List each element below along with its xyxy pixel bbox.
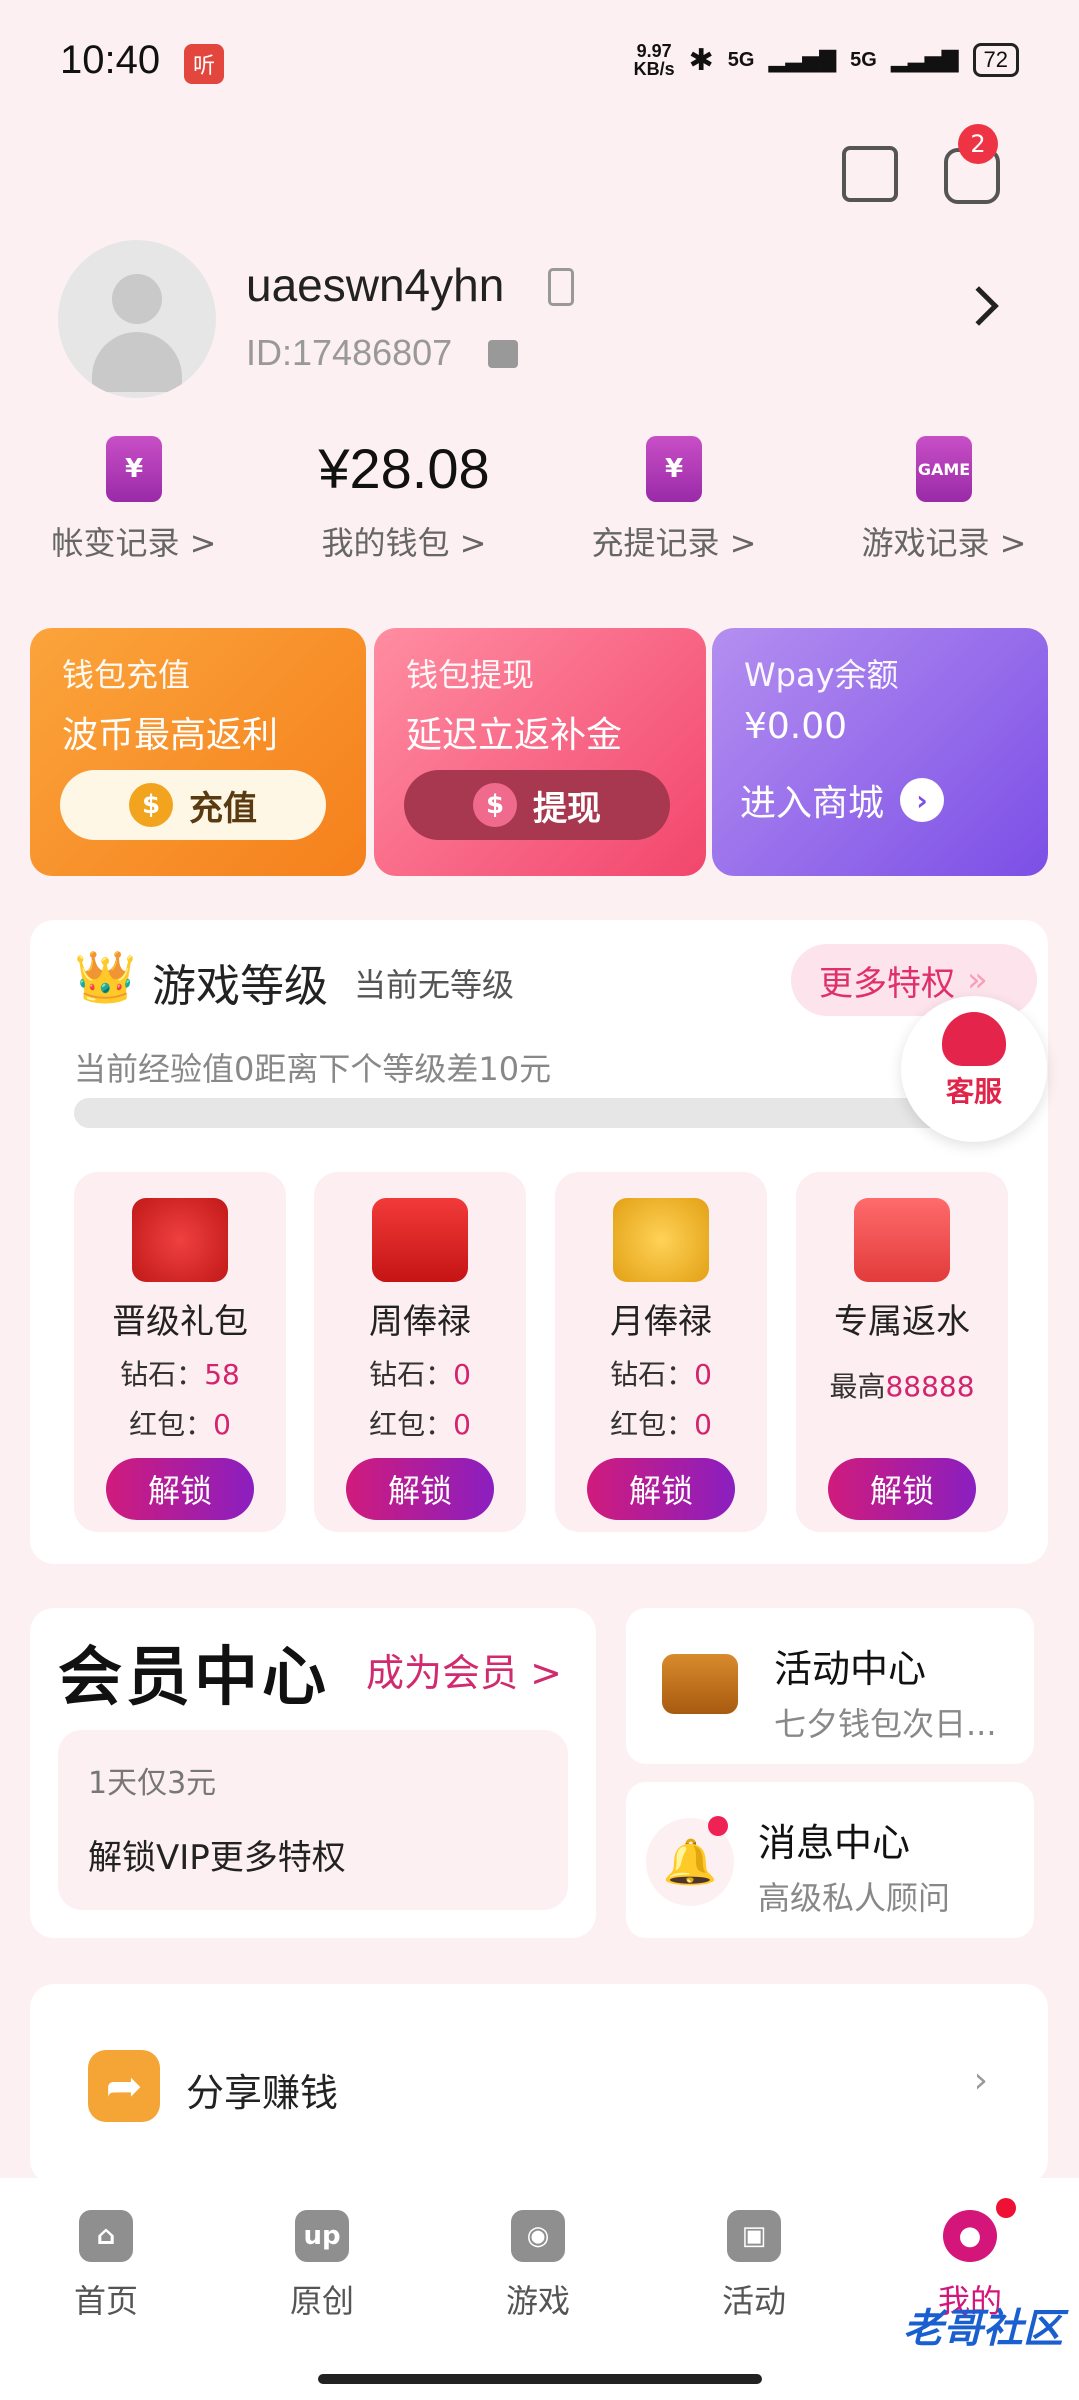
ledger-icon: ¥ [106, 436, 162, 502]
username: uaeswn4yhn [246, 259, 505, 311]
tab-original[interactable]: up 原创 [232, 2210, 412, 2322]
unlock-button[interactable]: 解锁 [828, 1458, 976, 1520]
reward-card-rebate: 专属返水 最高88888 解锁 [796, 1172, 1008, 1532]
wpay-card[interactable]: Wpay余额 ¥0.00 进入商城 › [712, 628, 1048, 876]
avatar[interactable] [58, 240, 216, 398]
arrow-right-icon: › [900, 778, 945, 822]
signal-icon: 5G [727, 48, 755, 71]
unread-dot [708, 1816, 728, 1836]
watermark-logo: 老哥社区 [903, 2306, 1063, 2352]
message-badge: 2 [958, 124, 998, 164]
double-chevron-icon: » [967, 960, 988, 1000]
quick-game-records[interactable]: GAME 游戏记录 > [824, 436, 1064, 564]
activity-center-card[interactable]: 活动中心 七夕钱包次日... [626, 1608, 1034, 1764]
coin-icon: $ [473, 783, 517, 827]
home-indicator[interactable] [318, 2374, 762, 2384]
gift-bag-icon [132, 1198, 228, 1282]
tab-activity[interactable]: ▣ 活动 [664, 2210, 844, 2322]
network-speed: 9.97 KB/s [633, 41, 675, 79]
verified-phone-icon [548, 268, 574, 306]
quick-wallet[interactable]: ¥28.08 我的钱包 > [284, 436, 524, 564]
quick-recharge-records[interactable]: ¥ 充提记录 > [554, 436, 794, 564]
signal-icon-2: 5G [850, 48, 877, 71]
notification-app-icon: 听 [184, 44, 224, 84]
share-earn-row[interactable]: ➦ 分享赚钱 › [30, 1984, 1048, 2184]
status-time: 10:40 [60, 38, 161, 82]
wallet-icon: ¥ [646, 436, 702, 502]
tab-home[interactable]: ⌂ 首页 [16, 2210, 196, 2322]
wallet-amount: ¥28.08 [318, 437, 490, 500]
reward-card-weekly: 周俸禄 钻石：0 红包：0 解锁 [314, 1172, 526, 1532]
withdraw-card[interactable]: 钱包提现 延迟立返补金 $ 提现 [374, 628, 706, 876]
diamond-box-icon [854, 1198, 950, 1282]
bluetooth-icon: ✱ [688, 43, 714, 77]
edit-icon[interactable] [842, 146, 898, 202]
red-envelope-icon [372, 1198, 468, 1282]
coin-icon: $ [129, 783, 173, 827]
member-title: 会员中心 [58, 1641, 330, 1715]
exp-progress-bar [74, 1098, 944, 1128]
reward-card-monthly: 月俸禄 钻石：0 红包：0 解锁 [555, 1172, 767, 1532]
unlock-button[interactable]: 解锁 [106, 1458, 254, 1520]
signal-bars-icon-2: ▂▃▅▇ [890, 47, 959, 72]
customer-service-button[interactable]: 客服 [901, 996, 1047, 1142]
treasure-chest-icon [662, 1654, 738, 1714]
become-member-link[interactable]: 成为会员 > [366, 1642, 562, 1697]
profile-chevron-icon[interactable] [959, 286, 999, 326]
tab-games[interactable]: ◉ 游戏 [448, 2210, 628, 2322]
signal-bars-icon: ▂▃▅▇ [768, 47, 837, 72]
tab-mine-dot [996, 2198, 1016, 2218]
bottom-tab-bar: ⌂ 首页 up 原创 ◉ 游戏 ▣ 活动 ● 我的 [0, 2178, 1079, 2400]
reward-card-upgrade: 晋级礼包 钻石：58 红包：0 解锁 [74, 1172, 286, 1532]
battery-icon: 72 [972, 43, 1019, 77]
enter-mall-button[interactable]: 进入商城 › [740, 774, 945, 826]
status-icons: 9.97 KB/s ✱ 5G ▂▃▅▇ 5G ▂▃▅▇ 72 [634, 42, 1019, 78]
recharge-button[interactable]: $ 充值 [60, 770, 326, 840]
headset-icon [942, 1012, 1006, 1066]
chevron-right-icon: › [973, 2060, 988, 2101]
gift-icon: ▣ [727, 2210, 781, 2262]
unlock-button[interactable]: 解锁 [587, 1458, 735, 1520]
exp-text: 当前经验值0距离下个等级差10元 [74, 1050, 552, 1088]
level-current: 当前无等级 [354, 966, 515, 1004]
gamepad-icon: ◉ [511, 2210, 565, 2262]
message-center-card[interactable]: 🔔 消息中心 高级私人顾问 [626, 1782, 1034, 1938]
withdraw-button[interactable]: $ 提现 [404, 770, 670, 840]
recharge-card[interactable]: 钱包充值 波币最高返利 $ 充值 [30, 628, 366, 876]
unlock-button[interactable]: 解锁 [346, 1458, 494, 1520]
copy-icon[interactable] [488, 340, 518, 368]
up-icon: up [295, 2210, 349, 2262]
home-icon: ⌂ [79, 2210, 133, 2262]
crown-icon: 👑 [74, 948, 137, 1006]
gold-coins-icon [613, 1198, 709, 1282]
quick-transactions[interactable]: ¥ 帐变记录 > [14, 436, 254, 564]
share-icon: ➦ [88, 2050, 160, 2122]
user-icon: ● [943, 2210, 997, 2262]
user-id: ID:17486807 [246, 332, 453, 373]
level-title: 游戏等级 [152, 961, 328, 1012]
vip-promo: 1天仅3元 解锁VIP更多特权 [58, 1730, 568, 1910]
game-icon: GAME [916, 436, 972, 502]
